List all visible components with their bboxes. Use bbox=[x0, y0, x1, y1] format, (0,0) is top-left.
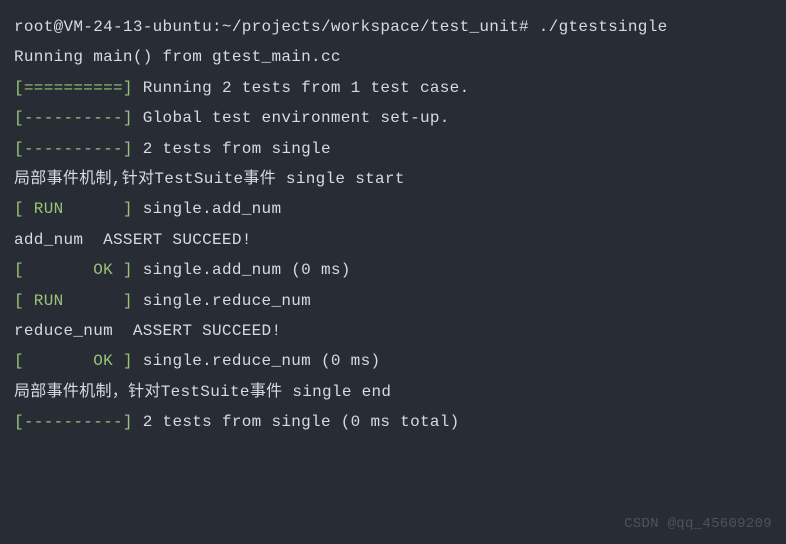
terminal-segment: root@VM-24-13-ubuntu:~/projects/workspac… bbox=[14, 18, 668, 36]
terminal-segment: [----------] bbox=[14, 140, 143, 158]
terminal-line: [----------] 2 tests from single (0 ms t… bbox=[14, 407, 772, 437]
terminal-segment: Running 2 tests from 1 test case. bbox=[143, 79, 470, 97]
terminal-segment: 2 tests from single (0 ms total) bbox=[143, 413, 460, 431]
terminal-segment: single.add_num bbox=[143, 200, 282, 218]
terminal-line: [ OK ] single.reduce_num (0 ms) bbox=[14, 346, 772, 376]
terminal-segment: [ RUN ] bbox=[14, 200, 143, 218]
terminal-line: [==========] Running 2 tests from 1 test… bbox=[14, 73, 772, 103]
terminal-segment: single.reduce_num bbox=[143, 292, 311, 310]
terminal-line: 局部事件机制,针对TestSuite事件 single start bbox=[14, 164, 772, 194]
terminal-segment: [----------] bbox=[14, 109, 143, 127]
terminal-line: root@VM-24-13-ubuntu:~/projects/workspac… bbox=[14, 12, 772, 42]
terminal-segment: 2 tests from single bbox=[143, 140, 331, 158]
terminal-output: root@VM-24-13-ubuntu:~/projects/workspac… bbox=[14, 12, 772, 437]
terminal-segment: [ OK ] bbox=[14, 261, 143, 279]
terminal-line: [ OK ] single.add_num (0 ms) bbox=[14, 255, 772, 285]
terminal-line: [ RUN ] single.add_num bbox=[14, 194, 772, 224]
watermark-text: CSDN @qq_45609209 bbox=[624, 511, 772, 538]
terminal-segment: add_num ASSERT SUCCEED! bbox=[14, 231, 252, 249]
terminal-segment: single.reduce_num (0 ms) bbox=[143, 352, 381, 370]
terminal-segment: [ RUN ] bbox=[14, 292, 143, 310]
terminal-line: add_num ASSERT SUCCEED! bbox=[14, 225, 772, 255]
terminal-line: [----------] Global test environment set… bbox=[14, 103, 772, 133]
terminal-segment: [==========] bbox=[14, 79, 143, 97]
terminal-line: [----------] 2 tests from single bbox=[14, 134, 772, 164]
terminal-line: reduce_num ASSERT SUCCEED! bbox=[14, 316, 772, 346]
terminal-line: Running main() from gtest_main.cc bbox=[14, 42, 772, 72]
terminal-segment: [----------] bbox=[14, 413, 143, 431]
terminal-line: 局部事件机制，针对TestSuite事件 single end bbox=[14, 377, 772, 407]
terminal-segment: Running main() from gtest_main.cc bbox=[14, 48, 341, 66]
terminal-segment: reduce_num ASSERT SUCCEED! bbox=[14, 322, 281, 340]
terminal-segment: 局部事件机制，针对TestSuite事件 single end bbox=[14, 383, 391, 401]
terminal-segment: Global test environment set-up. bbox=[143, 109, 450, 127]
terminal-segment: single.add_num (0 ms) bbox=[143, 261, 351, 279]
terminal-segment: 局部事件机制,针对TestSuite事件 single start bbox=[14, 170, 405, 188]
terminal-line: [ RUN ] single.reduce_num bbox=[14, 286, 772, 316]
terminal-segment: [ OK ] bbox=[14, 352, 143, 370]
